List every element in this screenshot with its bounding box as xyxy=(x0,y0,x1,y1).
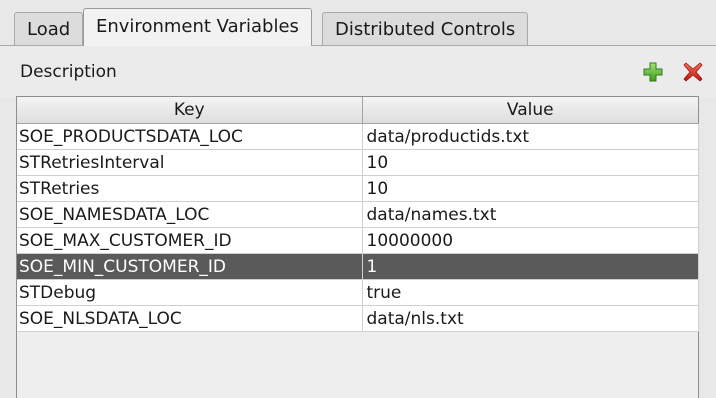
variables-table: Key Value SOE_PRODUCTSDATA_LOC data/prod… xyxy=(17,97,699,332)
row-key[interactable]: SOE_PRODUCTSDATA_LOC xyxy=(17,123,363,150)
row-key[interactable]: STRetriesInterval xyxy=(17,149,363,176)
row-value[interactable]: data/names.txt xyxy=(362,201,699,228)
plus-icon xyxy=(643,62,663,82)
description-label: Description xyxy=(20,62,117,82)
table-row[interactable]: SOE_MAX_CUSTOMER_ID 10000000 xyxy=(17,227,699,254)
table-row[interactable]: SOE_NAMESDATA_LOC data/names.txt xyxy=(17,201,699,228)
row-value[interactable]: data/productids.txt xyxy=(362,123,699,150)
row-key[interactable]: STDebug xyxy=(17,279,363,306)
add-variable-button[interactable] xyxy=(642,61,664,83)
row-value[interactable]: 10 xyxy=(362,149,699,176)
column-header-value[interactable]: Value xyxy=(362,97,698,124)
variables-table-panel: Key Value SOE_PRODUCTSDATA_LOC data/prod… xyxy=(16,96,699,398)
column-header-key[interactable]: Key xyxy=(17,97,363,124)
row-key[interactable]: SOE_NAMESDATA_LOC xyxy=(17,201,363,228)
table-row[interactable]: STDebug true xyxy=(17,279,699,306)
row-value[interactable]: 10 xyxy=(362,175,699,202)
table-row[interactable]: STRetries 10 xyxy=(17,175,699,202)
tab-load[interactable]: Load xyxy=(14,12,84,45)
tab-environment-variables[interactable]: Environment Variables xyxy=(83,8,312,46)
remove-variable-button[interactable] xyxy=(682,61,704,83)
row-value[interactable]: data/nls.txt xyxy=(362,305,699,332)
table-row[interactable]: SOE_NLSDATA_LOC data/nls.txt xyxy=(17,305,699,332)
row-key[interactable]: SOE_MIN_CUSTOMER_ID xyxy=(17,253,363,280)
row-key[interactable]: SOE_MAX_CUSTOMER_ID xyxy=(17,227,363,254)
table-row[interactable]: SOE_PRODUCTSDATA_LOC data/productids.txt xyxy=(17,123,699,150)
row-value[interactable]: true xyxy=(362,279,699,306)
tab-distributed-controls[interactable]: Distributed Controls xyxy=(322,12,529,45)
row-value[interactable]: 10000000 xyxy=(362,227,699,254)
row-key[interactable]: SOE_NLSDATA_LOC xyxy=(17,305,363,332)
table-header-row: Key Value xyxy=(17,97,698,124)
close-icon xyxy=(683,62,703,82)
description-header: Description xyxy=(0,46,716,98)
row-key[interactable]: STRetries xyxy=(17,175,363,202)
tab-strip: Load Environment Variables Distributed C… xyxy=(0,0,716,46)
table-row[interactable]: STRetriesInterval 10 xyxy=(17,149,699,176)
table-row-selected[interactable]: SOE_MIN_CUSTOMER_ID 1 xyxy=(17,253,699,280)
row-value[interactable]: 1 xyxy=(362,253,699,280)
